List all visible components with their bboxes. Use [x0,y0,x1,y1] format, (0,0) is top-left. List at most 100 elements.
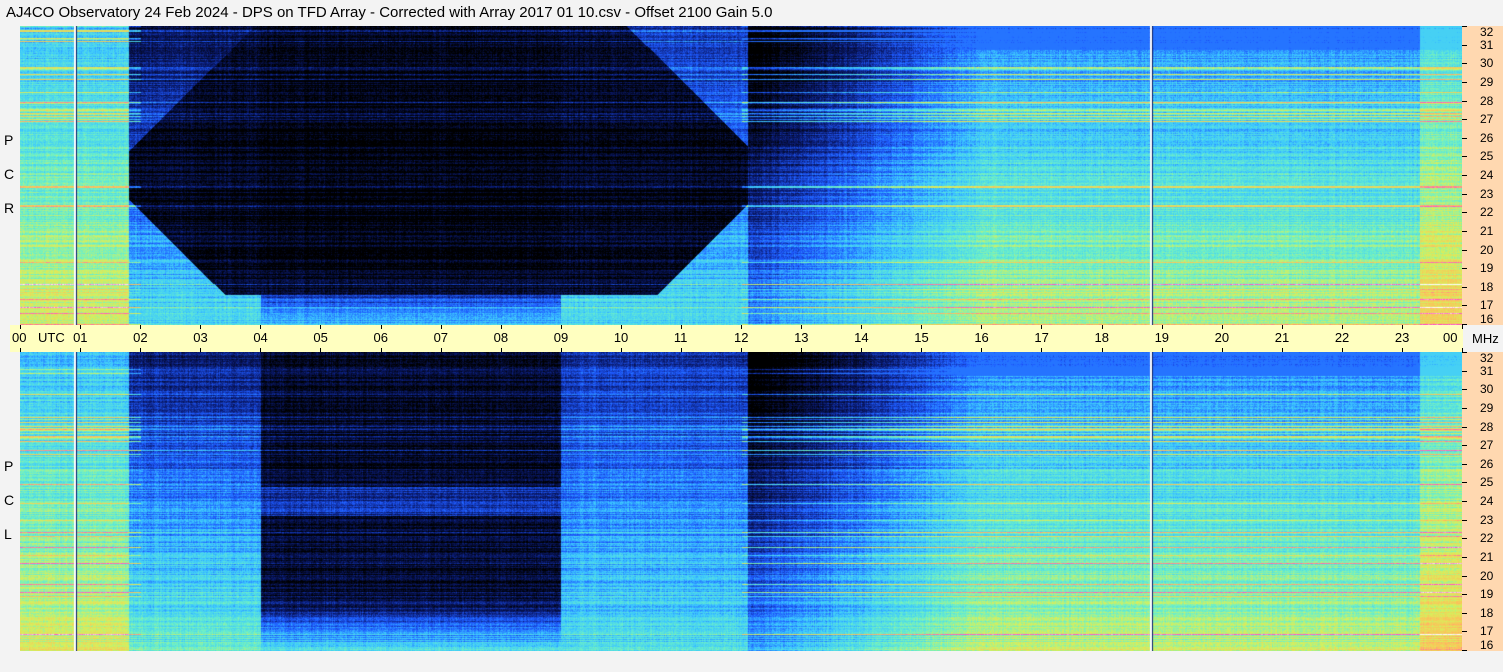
utc-tick-label: 13 [794,330,809,345]
utc-tick-label: 00 [1443,330,1458,345]
utc-tick [620,325,622,329]
frequency-tick-label: 23 [1480,513,1494,527]
frequency-tick [1462,371,1467,372]
frequency-tick [1462,324,1467,325]
utc-tick-label: 15 [914,330,929,345]
utc-tick [1281,325,1283,329]
utc-tick [20,325,21,329]
frequency-tick [1462,482,1467,483]
frequency-tick [1462,45,1467,46]
utc-tick [1401,325,1403,329]
polarization-letter: C [4,492,15,508]
frequency-tick [1462,26,1467,27]
frequency-tick-label: 22 [1480,531,1494,545]
utc-tick-label: 14 [854,330,869,345]
frequency-tick [1462,268,1467,269]
utc-tick-label: 06 [373,330,388,345]
frequency-tick [1462,231,1467,232]
frequency-tick-label: 25 [1480,149,1494,163]
frequency-tick-label: 21 [1480,550,1494,564]
utc-tick [1221,325,1223,329]
frequency-tick-label: 18 [1480,280,1494,294]
frequency-tick [1462,631,1467,632]
frequency-tick [1462,650,1467,651]
frequency-tick [1462,119,1467,120]
utc-tick-label: 10 [613,330,629,345]
utc-tick [260,325,262,329]
frequency-tick [1462,63,1467,64]
utc-tick-label: 16 [974,330,989,345]
polarization-letter: R [4,200,15,216]
utc-tick [560,325,562,329]
frequency-tick-label: 22 [1480,205,1494,219]
frequency-tick-label: 26 [1480,457,1494,471]
frequency-tick-label: 31 [1480,364,1494,378]
utc-tick-label: 09 [553,330,569,345]
utc-tick [200,325,202,329]
frequency-tick-label: 24 [1480,494,1494,508]
utc-tick [1041,325,1043,329]
utc-tick [1341,325,1343,329]
utc-tick-label: 07 [433,330,449,345]
utc-tick-label: 02 [133,330,148,345]
utc-tick [981,325,983,329]
polarization-letter: P [4,132,14,148]
utc-tick-label: 18 [1094,330,1109,345]
frequency-tick [1462,305,1467,306]
lcp-frequency-axis: 16 17 18 19 20 21 22 23 24 25 26 27 28 29 30 31 32 [1462,352,1503,651]
utc-tick [500,325,502,329]
utc-tick-label: 17 [1034,330,1049,345]
utc-tick-label: 22 [1334,330,1350,345]
frequency-tick-label: 17 [1480,298,1494,312]
frequency-tick [1462,138,1467,139]
utc-tick [1101,325,1103,329]
polarization-letter: P [4,458,14,474]
frequency-tick-label: 31 [1480,38,1494,52]
utc-tick-label: 23 [1394,330,1410,345]
frequency-tick-label: 24 [1480,168,1494,182]
rcp-frequency-axis: 16 17 18 19 20 21 22 23 24 25 26 27 28 29 30 31 32 [1462,26,1503,325]
utc-tick-label: 04 [253,330,268,345]
frequency-tick-label: 30 [1480,56,1494,70]
utc-tick [320,325,322,329]
frequency-tick [1462,194,1467,195]
utc-tick-label: 11 [673,330,688,345]
lcp-spectrogram [20,352,1462,651]
chart-title: AJ4CO Observatory 24 Feb 2024 - DPS on T… [6,4,773,21]
rcp-spectrogram-canvas [20,26,1462,325]
frequency-tick [1462,538,1467,539]
frequency-tick [1462,175,1467,176]
frequency-tick-label: 16 [1480,312,1494,326]
frequency-tick-label: 28 [1480,420,1494,434]
frequency-tick [1462,408,1467,409]
utc-tick [440,325,442,329]
frequency-tick [1462,445,1467,446]
frequency-tick-label: 25 [1480,475,1494,489]
frequency-tick-label: 29 [1480,75,1494,89]
frequency-tick-label: 32 [1480,351,1494,365]
utc-tick [1161,325,1163,329]
utc-tick-label: 03 [193,330,208,345]
frequency-tick [1462,287,1467,288]
frequency-tick [1462,557,1467,558]
polarization-letter: L [4,526,12,542]
frequency-tick-label: 26 [1480,131,1494,145]
frequency-tick [1462,156,1467,157]
frequency-tick-label: 19 [1480,587,1494,601]
frequency-tick-label: 20 [1480,243,1494,257]
utc-tick-label: 00 [12,330,27,345]
frequency-tick-label: 23 [1480,187,1494,201]
lcp-spectrogram-canvas [20,352,1462,651]
utc-tick [1462,325,1463,329]
frequency-tick [1462,576,1467,577]
frequency-tick-label: 30 [1480,382,1494,396]
frequency-tick-label: 27 [1480,112,1494,126]
utc-time-axis: 00 01 02 03 04 05 06 07 08 09 10 11 12 13 14 15 16 17 18 19… [10,325,1463,352]
utc-unit-label: UTC [38,330,65,345]
frequency-tick [1462,352,1467,353]
frequency-tick-label: 16 [1480,638,1494,652]
utc-tick [741,325,742,329]
frequency-tick-label: 21 [1480,224,1494,238]
utc-tick [680,325,682,329]
utc-tick [861,325,863,329]
